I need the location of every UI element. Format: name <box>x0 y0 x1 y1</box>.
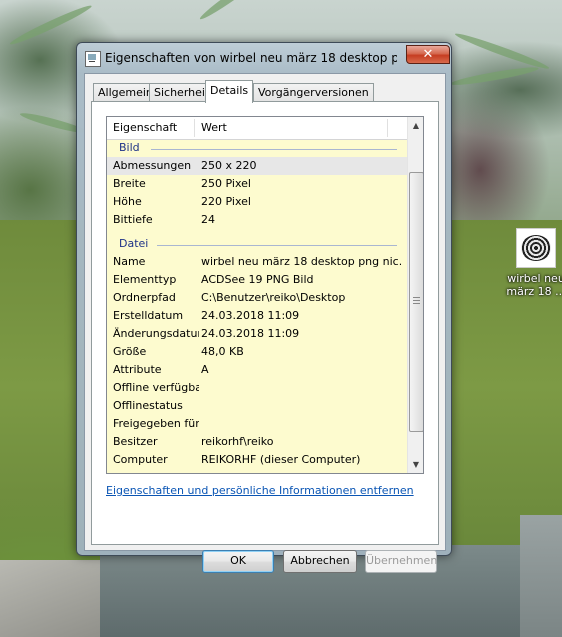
table-row[interactable]: Name wirbel neu märz 18 desktop png nic.… <box>107 253 407 271</box>
property-name: Attribute <box>113 363 162 376</box>
property-value: A <box>201 363 209 376</box>
scroll-down-arrow-icon[interactable]: ▼ <box>408 456 423 473</box>
apply-button[interactable]: Übernehmen <box>365 550 437 573</box>
property-value: 24 <box>201 213 215 226</box>
vertical-scrollbar[interactable]: ▲ ▼ <box>407 117 423 473</box>
remove-properties-link[interactable]: Eigenschaften und persönliche Informatio… <box>106 484 414 497</box>
property-name: Erstelldatum <box>113 309 184 322</box>
scroll-up-arrow-icon[interactable]: ▲ <box>408 117 423 134</box>
property-name: Freigegeben für <box>113 417 199 430</box>
file-properties-icon <box>85 51 101 67</box>
property-name: Offlinestatus <box>113 399 183 412</box>
property-name: Änderungsdatum <box>113 327 199 340</box>
column-header-wert[interactable]: Wert <box>195 117 227 139</box>
property-value: 250 x 220 <box>201 159 257 172</box>
property-name: Besitzer <box>113 435 158 448</box>
group-header-datei: Datei <box>107 235 407 253</box>
table-row[interactable]: Freigegeben für <box>107 415 407 433</box>
window-title: Eigenschaften von wirbel neu märz 18 des… <box>105 51 397 65</box>
property-name: Abmessungen <box>113 159 192 172</box>
property-value: reikorhf\reiko <box>201 435 274 448</box>
close-button[interactable]: ✕ <box>406 45 450 64</box>
cancel-button[interactable]: Abbrechen <box>283 550 357 573</box>
title-bar[interactable]: Eigenschaften von wirbel neu märz 18 des… <box>77 43 451 71</box>
property-value: C:\Benutzer\reiko\Desktop <box>201 291 346 304</box>
property-value: 48,0 KB <box>201 345 244 358</box>
property-value: 24.03.2018 11:09 <box>201 309 300 322</box>
png-thumbnail-icon <box>516 228 556 268</box>
tab-details[interactable]: Details <box>205 80 254 103</box>
table-row[interactable]: Offline verfügbar <box>107 379 407 397</box>
property-value: REIKORHF (dieser Computer) <box>201 453 361 466</box>
properties-dialog: Eigenschaften von wirbel neu märz 18 des… <box>76 42 452 573</box>
property-value: wirbel neu märz 18 desktop png nic... <box>201 255 401 268</box>
property-name: Höhe <box>113 195 142 208</box>
property-value: 220 Pixel <box>201 195 251 208</box>
property-value: 250 Pixel <box>201 177 251 190</box>
table-row[interactable]: Breite 250 Pixel <box>107 175 407 193</box>
group-title: Datei <box>119 237 149 250</box>
table-row[interactable]: Attribute A <box>107 361 407 379</box>
property-name: Computer <box>113 453 168 466</box>
dialog-body: Allgemein Sicherheit Details Vorgängerve… <box>84 73 446 573</box>
table-row[interactable]: Größe 48,0 KB <box>107 343 407 361</box>
group-header-bild: Bild <box>107 139 407 157</box>
property-name: Bittiefe <box>113 213 153 226</box>
scroll-thumb[interactable] <box>409 172 423 432</box>
group-title: Bild <box>119 141 140 154</box>
desktop-icon-label-line1: wirbel neu <box>507 272 562 285</box>
list-header: Eigenschaft Wert <box>107 117 407 140</box>
column-header-eigenschaft[interactable]: Eigenschaft <box>107 117 177 139</box>
details-tab-panel: Eigenschaft Wert Bild Abmessungen 250 x … <box>91 101 439 545</box>
property-name: Ordnerpfad <box>113 291 176 304</box>
desktop-file-icon[interactable]: wirbel neu märz 18 ... <box>506 228 562 298</box>
property-name: Offline verfügbar <box>113 381 199 394</box>
table-row[interactable]: Abmessungen 250 x 220 <box>107 157 407 175</box>
table-row[interactable]: Besitzer reikorhf\reiko <box>107 433 407 451</box>
table-row[interactable]: Bittiefe 24 <box>107 211 407 229</box>
property-name: Elementtyp <box>113 273 177 286</box>
table-row[interactable]: Ordnerpfad C:\Benutzer\reiko\Desktop <box>107 289 407 307</box>
details-list[interactable]: Eigenschaft Wert Bild Abmessungen 250 x … <box>106 116 424 474</box>
table-row[interactable]: Computer REIKORHF (dieser Computer) <box>107 451 407 469</box>
table-row[interactable]: Höhe 220 Pixel <box>107 193 407 211</box>
table-row[interactable]: Elementtyp ACDSee 19 PNG Bild <box>107 271 407 289</box>
table-row[interactable]: Erstelldatum 24.03.2018 11:09 <box>107 307 407 325</box>
property-name: Breite <box>113 177 146 190</box>
table-row[interactable]: Änderungsdatum 24.03.2018 11:09 <box>107 325 407 343</box>
ok-button[interactable]: OK <box>202 550 274 573</box>
desktop-icon-label-line2: märz 18 ... <box>506 285 562 298</box>
property-value: ACDSee 19 PNG Bild <box>201 273 314 286</box>
table-row[interactable]: Offlinestatus <box>107 397 407 415</box>
property-name: Name <box>113 255 146 268</box>
property-name: Größe <box>113 345 147 358</box>
property-value: 24.03.2018 11:09 <box>201 327 300 340</box>
tab-vorgaengerversionen[interactable]: Vorgängerversionen <box>253 83 374 102</box>
